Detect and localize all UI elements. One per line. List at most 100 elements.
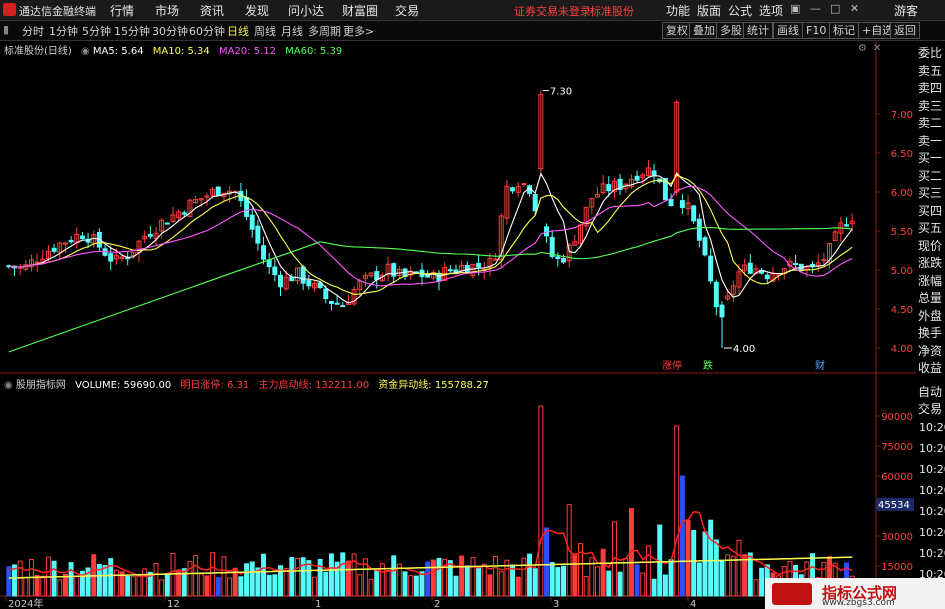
mark-button[interactable]: 标记 xyxy=(829,22,859,39)
login-alert[interactable]: 证券交易未登录 xyxy=(514,3,591,19)
candle-body xyxy=(679,200,685,209)
menu-news[interactable]: 资讯 xyxy=(200,2,224,19)
side-action-1[interactable]: 交易 xyxy=(918,400,942,417)
candle-body xyxy=(108,253,114,262)
side-label-14: 总量 xyxy=(918,291,943,305)
volume-bar xyxy=(6,566,12,597)
volume-tick-label: 75000 xyxy=(881,442,913,453)
menu-market[interactable]: 市场 xyxy=(155,2,179,19)
volume-bar xyxy=(23,576,29,597)
pane-settings-icon[interactable]: ⚙ xyxy=(858,43,867,54)
volume-bar xyxy=(634,564,640,597)
menu-quotes[interactable]: 行情 xyxy=(110,2,134,19)
side-label-15: 外盘 xyxy=(918,308,943,323)
period-60min[interactable]: 60分钟 xyxy=(189,23,225,39)
period-weekly[interactable]: 周线 xyxy=(254,23,276,39)
draw-line-button[interactable]: 画线 xyxy=(773,22,803,39)
legend-dropdown-icon[interactable]: ◉ xyxy=(81,46,90,57)
volume-bar xyxy=(651,578,657,597)
menu-discover[interactable]: 发现 xyxy=(245,2,269,19)
period-daily[interactable]: 日线 xyxy=(227,23,249,39)
volume-bar xyxy=(662,574,668,597)
side-label-8: 买三 xyxy=(918,186,943,200)
volume-bar xyxy=(391,555,397,597)
overlay-button[interactable]: 叠加 xyxy=(689,22,719,39)
multi-stock-button[interactable]: 多股 xyxy=(716,22,746,39)
period-monthly[interactable]: 月线 xyxy=(281,23,303,39)
candle-body xyxy=(391,263,397,277)
menu-ask-xiaoda[interactable]: 问小达 xyxy=(288,2,324,19)
side-action-0[interactable]: 自动 xyxy=(918,383,942,400)
date-tick-label: 12 xyxy=(167,599,180,609)
menu-function[interactable]: 功能 xyxy=(666,2,690,19)
volume-bar xyxy=(317,559,323,597)
period-multi[interactable]: 多周期 xyxy=(308,23,341,39)
menu-trade[interactable]: 交易 xyxy=(395,2,419,19)
app-logo-icon xyxy=(3,3,16,16)
volume-bar xyxy=(617,571,623,597)
back-button[interactable]: 返回 xyxy=(890,22,920,39)
volume-bar xyxy=(498,571,504,597)
candle-body xyxy=(51,247,57,252)
statistics-button[interactable]: 统计 xyxy=(743,22,773,39)
close-icon[interactable]: ✕ xyxy=(850,2,859,15)
side-label-10: 买五 xyxy=(918,221,943,235)
legend-tomorrow-limit: 明日涨停: 6.31 xyxy=(180,380,250,391)
high-label: 7.30 xyxy=(550,87,572,98)
period-more[interactable]: 更多> xyxy=(343,23,374,39)
low-label: 4.00 xyxy=(733,344,755,355)
volume-bar xyxy=(538,405,544,597)
window-controls: ▣ — □ ✕ xyxy=(790,2,880,18)
volume-bar xyxy=(385,569,391,597)
volume-bar xyxy=(108,558,114,597)
period-5min[interactable]: 5分钟 xyxy=(82,23,111,39)
ma5-line xyxy=(8,171,853,304)
trade-time-2: 10:20 xyxy=(919,463,945,476)
menu-options[interactable]: 选项 xyxy=(759,2,783,19)
menu-layout[interactable]: 版面 xyxy=(697,2,721,19)
volume-bar xyxy=(510,564,516,597)
chart-area[interactable]: 7.00 6.50 6.00 5.50 5.00 4.50 4.00 90000 75000 60… xyxy=(0,41,916,609)
price-tick-label: 4.00 xyxy=(891,344,913,355)
f10-button[interactable]: F10 xyxy=(802,22,831,39)
price-tick-label: 4.50 xyxy=(891,305,913,316)
volume-bar xyxy=(674,425,680,597)
pane-close-icon[interactable]: ✕ xyxy=(873,43,881,54)
volume-bar xyxy=(181,568,187,597)
volume-bar xyxy=(40,575,46,597)
period-30min[interactable]: 30分钟 xyxy=(152,23,188,39)
volume-bar xyxy=(623,558,629,597)
watermark-url: www.zbgs3.com xyxy=(822,598,895,608)
period-1min[interactable]: 1分钟 xyxy=(49,23,78,39)
candle-body xyxy=(453,269,459,273)
volume-bar xyxy=(289,557,295,597)
panel-toggle-icon[interactable]: ▮ xyxy=(3,23,9,36)
volume-bar xyxy=(515,576,521,597)
user-label[interactable]: 游客 xyxy=(894,2,918,19)
skin-icon[interactable]: ▣ xyxy=(790,2,800,15)
menu-formula[interactable]: 公式 xyxy=(728,2,752,19)
volume-bar xyxy=(357,574,363,597)
volume-bar xyxy=(51,560,57,597)
volume-bar xyxy=(193,555,199,597)
candle-body xyxy=(821,259,827,262)
volume-bar xyxy=(204,575,210,597)
candle-body xyxy=(255,225,261,244)
volume-bar xyxy=(142,568,148,597)
volume-bar xyxy=(125,576,131,597)
date-tick-label: 2024年 xyxy=(8,597,43,609)
period-intraday[interactable]: 分时 xyxy=(22,23,44,39)
volume-bar xyxy=(453,575,459,597)
ma10-line xyxy=(8,174,853,295)
maximize-icon[interactable]: □ xyxy=(830,2,840,15)
volume-bar xyxy=(742,554,748,597)
legend-indicator-icon[interactable]: ◉ xyxy=(4,380,13,391)
minimize-icon[interactable]: — xyxy=(810,2,821,15)
volume-bar xyxy=(476,567,482,597)
restore-rights-button[interactable]: 复权 xyxy=(662,22,692,39)
main-legend: 标准股份(日线) ◉ MA5: 5.64 MA10: 5.34 MA20: 5.… xyxy=(4,42,348,57)
candle-body xyxy=(532,194,538,212)
menu-wealth[interactable]: 财富圈 xyxy=(342,2,378,19)
period-15min[interactable]: 15分钟 xyxy=(114,23,150,39)
candle-body xyxy=(521,183,527,186)
